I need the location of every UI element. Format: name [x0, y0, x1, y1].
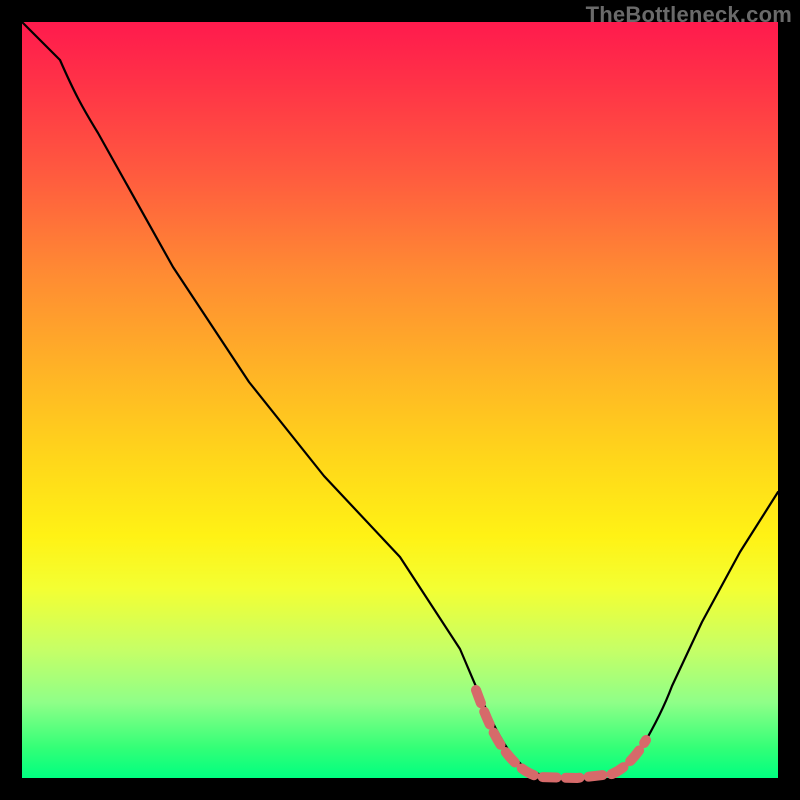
watermark-text: TheBottleneck.com	[586, 2, 792, 28]
optimal-range-highlight	[476, 690, 646, 778]
curve-svg	[22, 22, 778, 778]
chart-frame: TheBottleneck.com	[0, 0, 800, 800]
bottleneck-curve	[22, 22, 778, 777]
plot-area	[22, 22, 778, 778]
